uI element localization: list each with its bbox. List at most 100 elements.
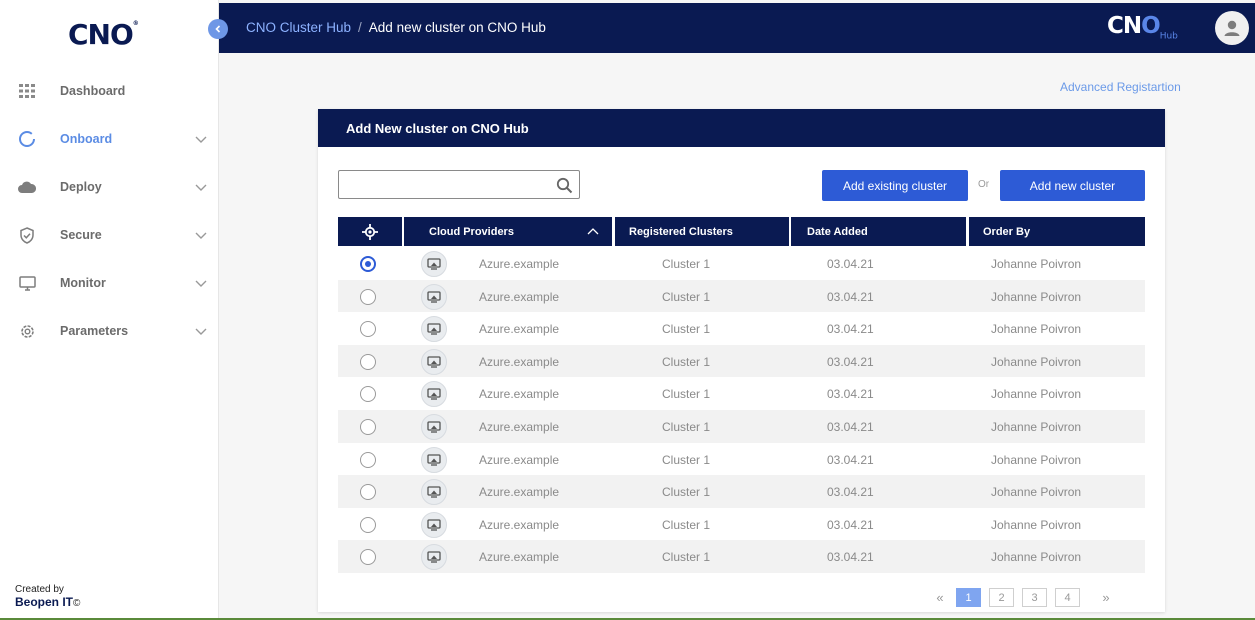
chevron-up-icon[interactable] bbox=[587, 226, 599, 236]
row-select-radio[interactable] bbox=[360, 418, 376, 435]
cell-registered-cluster: Cluster 1 bbox=[662, 257, 711, 271]
collapse-sidebar-button[interactable] bbox=[208, 19, 228, 39]
monitor-icon bbox=[18, 274, 36, 292]
top-header: CNO Cluster Hub / Add new cluster on CNO H… bbox=[219, 3, 1255, 53]
cell-registered-cluster: Cluster 1 bbox=[662, 517, 711, 532]
table-row[interactable]: Azure.example Cluster 1 03.04.21 Johanne Po… bbox=[338, 540, 1145, 573]
column-header-order-by[interactable]: Order By bbox=[969, 217, 1145, 246]
crosshair-icon bbox=[362, 223, 378, 240]
cell-date-added: 03.04.21 bbox=[827, 354, 874, 369]
row-select-radio[interactable] bbox=[360, 321, 376, 338]
chevron-down-icon[interactable] bbox=[194, 228, 208, 242]
cell-date-added: 03.04.21 bbox=[827, 419, 874, 434]
sidebar-item-label: Monitor bbox=[60, 276, 106, 290]
table-row[interactable]: Azure.example Cluster 1 03.04.21 Johanne Po… bbox=[338, 377, 1145, 410]
row-select-radio[interactable] bbox=[360, 386, 376, 403]
cloud-provider-icon bbox=[421, 479, 447, 506]
cell-date-added: 03.04.21 bbox=[827, 289, 874, 304]
row-select-radio[interactable] bbox=[360, 451, 376, 468]
cell-registered-cluster: Cluster 1 bbox=[662, 289, 711, 304]
chevron-down-icon[interactable] bbox=[194, 276, 208, 290]
cell-registered-cluster: Cluster 1 bbox=[662, 387, 711, 402]
row-select-radio[interactable] bbox=[360, 353, 376, 370]
sidebar-item-label: Onboard bbox=[60, 132, 113, 146]
search-box bbox=[338, 170, 580, 199]
cell-order-by: Johanne Poivron bbox=[991, 257, 1082, 271]
row-select-radio[interactable] bbox=[360, 484, 376, 501]
cloud-provider-icon bbox=[421, 348, 447, 375]
sidebar-item-monitor[interactable]: Monitor bbox=[0, 259, 219, 307]
add-existing-cluster-button[interactable]: Add existing cluster bbox=[822, 170, 968, 201]
cell-registered-cluster: Cluster 1 bbox=[662, 452, 711, 467]
sidebar-item-label: Dashboard bbox=[60, 84, 126, 98]
pagination-page-button[interactable]: 2 bbox=[989, 588, 1014, 607]
user-icon bbox=[1224, 20, 1240, 36]
cell-cloud-provider: Azure.example bbox=[479, 419, 560, 434]
cell-order-by: Johanne Poivron bbox=[991, 550, 1082, 565]
pagination-page-button[interactable]: 3 bbox=[1022, 588, 1047, 607]
chevron-down-icon[interactable] bbox=[194, 180, 208, 194]
chevron-down-icon[interactable] bbox=[194, 324, 208, 338]
cell-registered-cluster: Cluster 1 bbox=[662, 485, 711, 500]
table-row[interactable]: Azure.example Cluster 1 03.04.21 Johanne Po… bbox=[338, 409, 1145, 443]
cell-date-added: 03.04.21 bbox=[827, 387, 874, 402]
pagination-page-button[interactable]: 1 bbox=[956, 588, 981, 607]
pagination-page-button[interactable]: 4 bbox=[1055, 588, 1080, 607]
cell-cloud-provider: Azure.example bbox=[479, 485, 560, 500]
advanced-registration-link[interactable]: Advanced Registartion bbox=[1060, 80, 1181, 94]
shield-icon bbox=[18, 226, 36, 244]
cloud-icon bbox=[18, 178, 36, 196]
table-row[interactable]: Azure.example Cluster 1 03.04.21 Johanne Po… bbox=[338, 443, 1145, 476]
sidebar-nav: Dashboard Onboard Deploy Secure Monitor … bbox=[0, 67, 219, 355]
row-select-radio[interactable] bbox=[360, 549, 376, 566]
cluster-table-body: Azure.example Cluster 1 03.04.21 Johanne Po… bbox=[338, 247, 1145, 573]
search-input[interactable] bbox=[339, 171, 539, 198]
column-header-registered-clusters[interactable]: Registered Clusters bbox=[615, 217, 789, 246]
cell-cloud-provider: Azure.example bbox=[479, 452, 560, 467]
sidebar-item-onboard[interactable]: Onboard bbox=[0, 115, 219, 163]
pagination-next-button[interactable]: » bbox=[1094, 590, 1118, 605]
row-select-radio[interactable] bbox=[360, 288, 376, 305]
cloud-provider-icon bbox=[421, 544, 447, 571]
cell-order-by: Johanne Poivron bbox=[991, 387, 1082, 402]
sidebar-item-parameters[interactable]: Parameters bbox=[0, 307, 219, 355]
cell-cloud-provider: Azure.example bbox=[479, 354, 560, 369]
cloud-provider-icon bbox=[421, 316, 447, 343]
table-row[interactable]: Azure.example Cluster 1 03.04.21 Johanne Po… bbox=[338, 279, 1145, 313]
column-header-select bbox=[338, 217, 402, 246]
copyright-mark: © bbox=[73, 598, 81, 609]
cell-registered-cluster: Cluster 1 bbox=[662, 322, 711, 337]
sidebar-item-dashboard[interactable]: Dashboard bbox=[0, 67, 219, 115]
row-select-radio[interactable] bbox=[360, 516, 376, 533]
add-new-cluster-button[interactable]: Add new cluster bbox=[1000, 170, 1145, 201]
sidebar-item-secure[interactable]: Secure bbox=[0, 211, 219, 259]
chevron-down-icon[interactable] bbox=[194, 132, 208, 146]
pagination-prev-button[interactable]: « bbox=[928, 590, 952, 605]
table-row[interactable]: Azure.example Cluster 1 03.04.21 Johanne Po… bbox=[338, 508, 1145, 541]
table-row[interactable]: Azure.example Cluster 1 03.04.21 Johanne Po… bbox=[338, 312, 1145, 345]
row-select-radio[interactable] bbox=[360, 256, 376, 272]
sidebar-item-deploy[interactable]: Deploy bbox=[0, 163, 219, 211]
cloud-provider-icon bbox=[421, 251, 447, 277]
company-name: Beopen IT bbox=[15, 595, 74, 609]
cell-order-by: Johanne Poivron bbox=[991, 322, 1082, 337]
card-title: Add New cluster on CNO Hub bbox=[318, 109, 1165, 147]
column-header-cloud-providers[interactable]: Cloud Providers bbox=[404, 217, 612, 246]
cell-cloud-provider: Azure.example bbox=[479, 289, 560, 304]
sidebar-item-label: Deploy bbox=[60, 180, 102, 194]
cno-hub-logo[interactable]: CNOHub bbox=[1107, 13, 1178, 42]
cno-logo[interactable]: CNO® bbox=[68, 18, 139, 51]
search-icon[interactable] bbox=[556, 177, 573, 194]
column-header-date-added[interactable]: Date Added bbox=[791, 217, 966, 246]
table-row[interactable]: Azure.example Cluster 1 03.04.21 Johanne Po… bbox=[338, 475, 1145, 508]
table-row[interactable]: Azure.example Cluster 1 03.04.21 Johanne Po… bbox=[338, 247, 1145, 280]
breadcrumb-root-link[interactable]: CNO Cluster Hub bbox=[246, 20, 351, 35]
table-row[interactable]: Azure.example Cluster 1 03.04.21 Johanne Po… bbox=[338, 344, 1145, 378]
cloud-provider-icon bbox=[421, 413, 447, 440]
user-avatar[interactable] bbox=[1215, 11, 1249, 45]
cell-order-by: Johanne Poivron bbox=[991, 289, 1082, 304]
cloud-provider-icon bbox=[421, 381, 447, 408]
cell-date-added: 03.04.21 bbox=[827, 485, 874, 500]
cell-order-by: Johanne Poivron bbox=[991, 419, 1082, 434]
cell-registered-cluster: Cluster 1 bbox=[662, 550, 711, 565]
